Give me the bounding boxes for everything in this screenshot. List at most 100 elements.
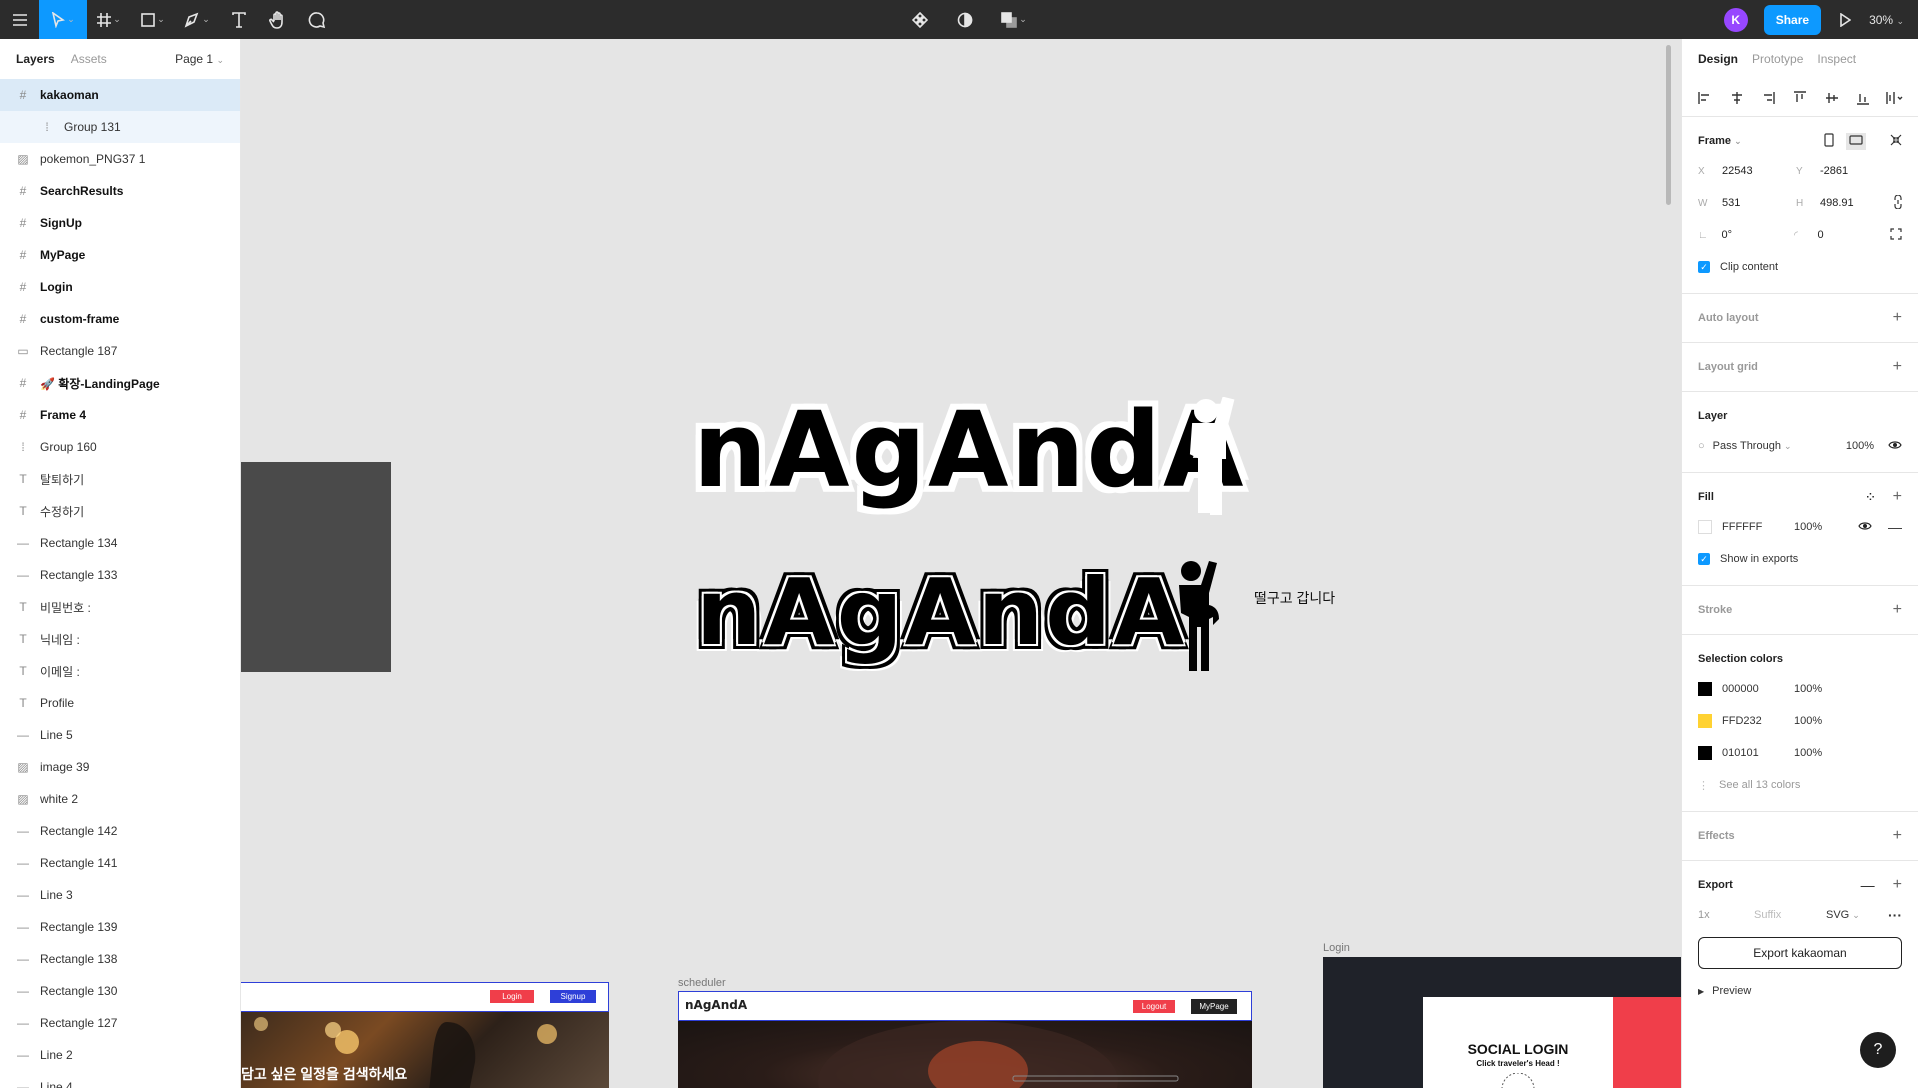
fill-opacity-input[interactable]: 100%: [1794, 521, 1822, 533]
color-opacity[interactable]: 100%: [1794, 715, 1822, 727]
layer-item[interactable]: # SearchResults: [0, 175, 240, 207]
hand-tool-button[interactable]: [258, 0, 297, 39]
export-suffix-input[interactable]: Suffix: [1754, 909, 1826, 921]
scheduler-frame-label[interactable]: scheduler: [678, 977, 726, 989]
zoom-level[interactable]: 30% ⌄: [1869, 13, 1904, 27]
frame-tool-button[interactable]: ⌄: [87, 0, 131, 39]
show-in-exports-checkbox[interactable]: ✓: [1698, 553, 1710, 565]
layer-item[interactable]: ▭ Rectangle 187: [0, 335, 240, 367]
see-all-colors-link[interactable]: See all 13 colors: [1719, 779, 1800, 791]
layer-item[interactable]: — Line 5: [0, 719, 240, 751]
layer-item[interactable]: # kakaoman: [0, 79, 240, 111]
align-top-icon[interactable]: [1791, 89, 1809, 107]
canvas-dark-rectangle[interactable]: [241, 462, 391, 672]
layer-item[interactable]: # custom-frame: [0, 303, 240, 335]
layer-item[interactable]: T 이메일 :: [0, 655, 240, 687]
layer-item[interactable]: — Line 2: [0, 1039, 240, 1071]
search-results-frame[interactable]: Login Signup: [241, 982, 609, 1012]
selection-color-row[interactable]: FFD232 100%: [1698, 705, 1902, 737]
layer-item[interactable]: — Line 3: [0, 879, 240, 911]
layer-item[interactable]: ▨ image 39: [0, 751, 240, 783]
export-scale-select[interactable]: 1x: [1698, 909, 1754, 921]
layer-item[interactable]: T 비밀번호 :: [0, 591, 240, 623]
layer-item[interactable]: T 탈퇴하기: [0, 463, 240, 495]
component-button[interactable]: [900, 0, 939, 39]
layer-item[interactable]: ▨ pokemon_PNG37 1: [0, 143, 240, 175]
y-input[interactable]: -2861: [1820, 165, 1894, 177]
canvas[interactable]: nAgAndA nAgAndA 떨구고 갑니다 Login Signup 담고 …: [241, 39, 1681, 1088]
layer-item[interactable]: # MyPage: [0, 239, 240, 271]
export-format-select[interactable]: SVG ⌄: [1826, 909, 1860, 921]
align-horizontal-center-icon[interactable]: [1728, 89, 1746, 107]
portrait-icon[interactable]: [1824, 132, 1834, 150]
layer-item[interactable]: T 수정하기: [0, 495, 240, 527]
export-button[interactable]: Export kakaoman: [1698, 937, 1902, 969]
style-grid-icon[interactable]: ⁘: [1866, 492, 1874, 503]
color-swatch[interactable]: [1698, 746, 1712, 760]
see-all-colors-row[interactable]: ⋮ See all 13 colors: [1698, 769, 1902, 801]
color-swatch[interactable]: [1698, 714, 1712, 728]
contrast-button[interactable]: [945, 0, 984, 39]
color-hex[interactable]: 010101: [1722, 747, 1794, 759]
tab-assets[interactable]: Assets: [71, 52, 107, 66]
layer-item[interactable]: ⁞ Group 131: [0, 111, 240, 143]
layer-item[interactable]: ▨ white 2: [0, 783, 240, 815]
distribute-icon[interactable]: [1886, 89, 1904, 107]
frame-type-selector[interactable]: Frame ⌄: [1698, 135, 1742, 147]
layer-item[interactable]: — Rectangle 139: [0, 911, 240, 943]
corner-radius-input[interactable]: 0: [1818, 229, 1890, 241]
constrain-proportions-icon[interactable]: [1894, 193, 1902, 212]
align-left-icon[interactable]: [1696, 89, 1714, 107]
tab-layers[interactable]: Layers: [16, 52, 55, 66]
logout-mini-button[interactable]: Logout: [1133, 1000, 1175, 1013]
layer-item[interactable]: # Login: [0, 271, 240, 303]
login-mini-button[interactable]: Login: [490, 990, 534, 1003]
blend-mode-select[interactable]: Pass Through ⌄: [1713, 440, 1809, 452]
width-input[interactable]: 531: [1722, 197, 1796, 209]
text-tool-button[interactable]: [219, 0, 258, 39]
landscape-icon[interactable]: [1846, 132, 1866, 150]
rotation-input[interactable]: 0°: [1722, 229, 1794, 241]
layer-item[interactable]: # 🚀 확장-LandingPage: [0, 367, 240, 399]
present-button[interactable]: [1833, 0, 1857, 39]
kakaoman-logo-white[interactable]: nAgAndA: [693, 389, 1245, 511]
x-input[interactable]: 22543: [1722, 165, 1796, 177]
selection-color-row[interactable]: 000000 100%: [1698, 673, 1902, 705]
add-effect-icon[interactable]: +: [1893, 827, 1902, 845]
eye-icon[interactable]: [1888, 440, 1902, 453]
add-stroke-icon[interactable]: +: [1893, 601, 1902, 619]
scheduler-frame[interactable]: nAgAndA Logout MyPage: [678, 991, 1252, 1021]
selection-color-row[interactable]: 010101 100%: [1698, 737, 1902, 769]
pen-tool-button[interactable]: ⌄: [175, 0, 219, 39]
preview-row[interactable]: ▶ Preview: [1698, 975, 1902, 1007]
layer-item[interactable]: — Line 4: [0, 1071, 240, 1088]
add-fill-icon[interactable]: +: [1893, 488, 1902, 506]
fill-swatch[interactable]: [1698, 520, 1712, 534]
layer-item[interactable]: # SignUp: [0, 207, 240, 239]
comment-tool-button[interactable]: [297, 0, 336, 39]
layer-item[interactable]: — Rectangle 134: [0, 527, 240, 559]
layer-item[interactable]: T Profile: [0, 687, 240, 719]
clip-content-checkbox[interactable]: ✓: [1698, 261, 1710, 273]
move-tool-button[interactable]: ⌄: [39, 0, 87, 39]
height-input[interactable]: 498.91: [1820, 197, 1894, 209]
share-button[interactable]: Share: [1763, 4, 1822, 35]
remove-export-icon[interactable]: —: [1861, 877, 1875, 893]
add-export-icon[interactable]: +: [1893, 876, 1902, 894]
align-vertical-center-icon[interactable]: [1823, 89, 1841, 107]
color-swatch[interactable]: [1698, 682, 1712, 696]
tab-prototype[interactable]: Prototype: [1752, 52, 1803, 66]
add-layout-grid-icon[interactable]: +: [1893, 358, 1902, 376]
page-selector[interactable]: Page 1 ⌄: [175, 52, 224, 66]
avatar[interactable]: K: [1723, 7, 1748, 32]
mypage-mini-button[interactable]: MyPage: [1191, 999, 1237, 1014]
align-bottom-icon[interactable]: [1854, 89, 1872, 107]
login-frame[interactable]: SOCIAL LOGIN Click traveler's Head !: [1323, 957, 1681, 1088]
boolean-button[interactable]: ⌄: [990, 0, 1038, 39]
layer-item[interactable]: ⁞ Group 160: [0, 431, 240, 463]
resize-to-fit-icon[interactable]: [1890, 134, 1902, 149]
kakaoman-logo-black[interactable]: nAgAndA: [696, 559, 1186, 666]
canvas-scrollbar[interactable]: [1666, 45, 1671, 205]
shape-tool-button[interactable]: ⌄: [131, 0, 175, 39]
main-menu-button[interactable]: [0, 0, 39, 39]
